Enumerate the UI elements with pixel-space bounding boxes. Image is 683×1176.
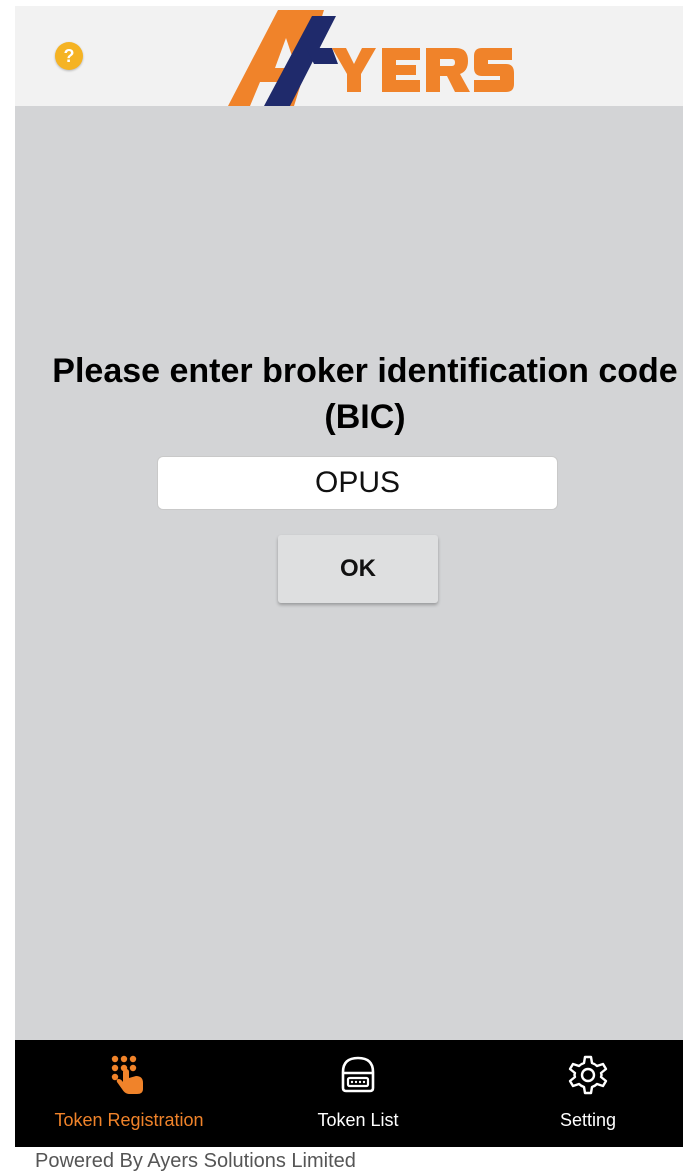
ayers-logo — [228, 10, 514, 106]
prompt-line-2: (BIC) — [324, 398, 406, 436]
prompt-line-1: Please enter broker identification code — [52, 352, 678, 390]
app-header: ? — [15, 6, 683, 106]
tab-label-token-list: Token List — [317, 1110, 399, 1130]
help-icon[interactable]: ? — [55, 42, 83, 70]
bic-prompt: Please enter broker identification code … — [15, 348, 683, 440]
gear-icon — [568, 1055, 608, 1095]
app-window: ? Please enter broker identification cod… — [15, 6, 683, 1147]
tab-setting[interactable]: Setting — [473, 1040, 683, 1147]
tab-label-setting: Setting — [559, 1110, 617, 1130]
main-content: Please enter broker identification code … — [15, 106, 683, 1040]
tab-label-token-registration: Token Registration — [54, 1110, 204, 1130]
tab-token-list[interactable]: Token List — [243, 1040, 473, 1147]
ok-button[interactable]: OK — [278, 535, 438, 603]
token-device-icon — [341, 1056, 375, 1093]
bic-input[interactable] — [157, 456, 558, 510]
powered-by-footer: Powered By Ayers Solutions Limited — [35, 1150, 356, 1172]
bottom-tab-bar: Token Registration Token List Setting — [15, 1040, 683, 1147]
tab-token-registration[interactable]: Token Registration — [15, 1040, 243, 1147]
keypad-hand-icon — [111, 1055, 143, 1094]
